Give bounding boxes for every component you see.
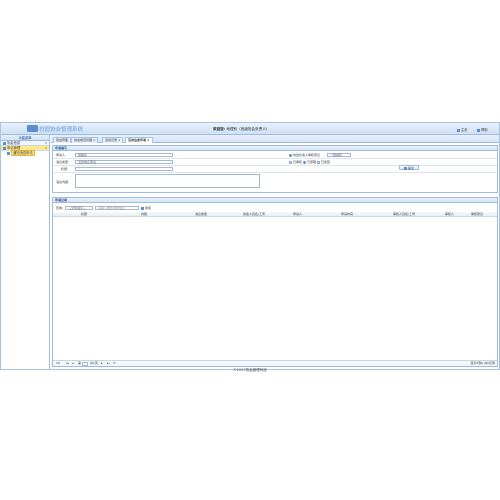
- sidebar-item-notice[interactable]: 通知消息申请: [1, 150, 49, 156]
- option-accepted[interactable]: 已受理: [302, 160, 316, 164]
- home-label: 主页: [461, 128, 468, 132]
- option-reviewed[interactable]: 已审核: [289, 160, 302, 164]
- header-bar: 校园协会管理系统 欢迎您: 地理系（班级协会负责人） 主页 帮助: [1, 123, 499, 135]
- type-label: 消息类型:: [56, 160, 70, 164]
- page-total: 共1页: [90, 361, 98, 365]
- app-title: 校园协会管理系统: [39, 126, 84, 133]
- help-label: 帮助: [481, 128, 488, 132]
- page-label: 第: [78, 361, 82, 365]
- user-name: 地理系（班级协会负责人）: [226, 127, 270, 131]
- radio-icon: [316, 160, 320, 164]
- home-icon: [457, 128, 460, 132]
- refresh-icon[interactable]: ↻: [113, 361, 116, 366]
- applicant-field[interactable]: 地理系: [75, 152, 173, 157]
- column-header: 审核人: [445, 212, 455, 216]
- column-header: 协会人员名/工号: [243, 212, 266, 216]
- document-icon: [7, 151, 10, 155]
- main-area: 欢迎界面 协会成员管理 × 活动记录 × 活动信息申请 × 申请填写 申请人: …: [51, 135, 499, 369]
- content-textarea[interactable]: [75, 174, 260, 188]
- records-title: 申请记录: [53, 198, 497, 203]
- filter-label: 查询:: [56, 206, 64, 210]
- column-header: 内容: [141, 212, 148, 216]
- page-input[interactable]: [82, 361, 88, 366]
- footer-text: ©2023协会管理系统: [233, 368, 267, 372]
- filter-select[interactable]: —全部消息—: [65, 205, 93, 210]
- search-button[interactable]: 搜索: [141, 206, 151, 210]
- content-label: 消息内容:: [56, 180, 70, 184]
- tab-activity-apply[interactable]: 活动信息申请 ×: [125, 137, 153, 143]
- help-icon: [477, 128, 480, 132]
- app-window: 校园协会管理系统 欢迎您: 地理系（班级协会负责人） 主页 帮助 功能菜单 协会…: [0, 122, 500, 370]
- search-input[interactable]: 请输入要查询的信息: [95, 205, 139, 210]
- user-label: 欢迎您:: [213, 127, 226, 131]
- column-header: 申请时间: [341, 212, 354, 216]
- prev-page-button[interactable]: ◂: [72, 361, 74, 366]
- folder-icon: [3, 146, 6, 150]
- column-header: 标题: [81, 212, 88, 216]
- review-level-select[interactable]: 一级审核: [327, 152, 351, 157]
- title-input[interactable]: [75, 166, 173, 171]
- tab-activity-records[interactable]: 活动记录 ×: [102, 137, 124, 143]
- submit-button[interactable]: 提交: [399, 165, 419, 170]
- column-header: 申请人: [293, 212, 303, 216]
- form-panel: 申请填写 申请人: 地理系 消息类型: 活动信息申请 标题: 消息内容: 协会负…: [52, 145, 498, 193]
- home-button[interactable]: 主页: [457, 127, 468, 132]
- search-icon: [141, 206, 144, 210]
- radio-icon: [289, 160, 292, 164]
- last-page-button[interactable]: ▸|: [107, 361, 110, 366]
- records-table-header: 标题 内容 消息类型 协会人员名/工号 申请人 申请时间 审核人员名/工号 审核…: [53, 212, 497, 217]
- sidebar-item-label: 通知消息申请: [11, 150, 35, 156]
- pager-summary: 显示0到0,共0记录: [470, 361, 495, 365]
- applicant-label: 申请人:: [56, 153, 67, 157]
- tab-bar: 欢迎界面 协会成员管理 × 活动记录 × 活动信息申请 ×: [51, 135, 499, 143]
- next-page-button[interactable]: ▸: [101, 361, 103, 366]
- folder-icon: [3, 141, 6, 145]
- user-info: 欢迎您: 地理系（班级协会负责人）: [213, 127, 270, 132]
- option-rejected[interactable]: 已驳回: [316, 160, 330, 164]
- submit-icon: [403, 166, 407, 170]
- pager-bar: 10 |◂ ◂ 第 共1页 ▸ ▸| ↻ 显示0到0,共0记录: [53, 360, 497, 366]
- form-title: 申请填写: [53, 146, 497, 151]
- column-header: 消息类型: [195, 212, 208, 216]
- page-size-select[interactable]: 10: [56, 361, 60, 366]
- column-header: 审核人员名/工号: [393, 212, 416, 216]
- status-options: 已审核 已受理 已驳回: [289, 160, 330, 164]
- radio-icon: [289, 153, 292, 157]
- tab-members[interactable]: 协会成员管理 ×: [71, 137, 99, 143]
- sidebar-group-label: 协会信息: [7, 141, 21, 145]
- first-page-button[interactable]: |◂: [66, 361, 69, 366]
- help-button[interactable]: 帮助: [477, 127, 488, 132]
- column-header: 审核意见: [471, 212, 484, 216]
- radio-icon: [302, 160, 306, 164]
- logo-icon: [27, 125, 38, 132]
- tab-welcome[interactable]: 欢迎界面: [53, 137, 72, 143]
- type-select[interactable]: 活动信息申请: [75, 159, 173, 164]
- title-label: 标题:: [61, 167, 69, 171]
- records-panel: 申请记录 查询: —全部消息— 请输入要查询的信息 搜索 标题 内容 消息类型 …: [52, 197, 498, 367]
- review-option[interactable]: 协会负责人审核意见: [289, 153, 320, 157]
- sidebar: 功能菜单 协会信息» 申请管理 « 通知消息申请: [1, 135, 50, 369]
